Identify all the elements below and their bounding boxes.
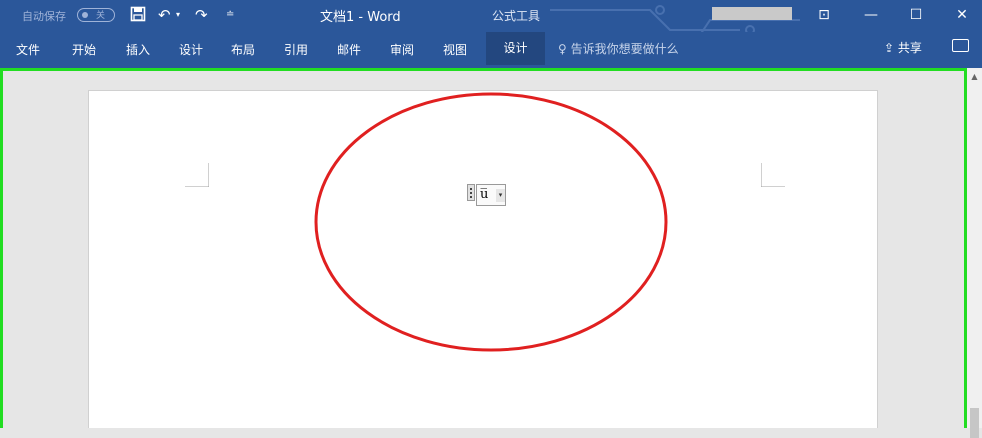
equation-move-handle[interactable] (467, 184, 475, 201)
document-page[interactable] (88, 90, 878, 428)
share-label: 共享 (897, 41, 922, 55)
customize-quick-access-icon[interactable]: ≐ (226, 6, 234, 24)
equation-options-dropdown[interactable]: ▾ (496, 189, 505, 202)
user-account-redacted[interactable] (712, 7, 792, 20)
ribbon-tabs: 文件 开始 插入 设计 布局 引用 邮件 审阅 视图 设计 ♀ 告诉我你想要做什… (0, 32, 982, 68)
close-button[interactable]: ✕ (942, 3, 982, 27)
tab-equation-design[interactable]: 设计 (486, 32, 545, 65)
tab-home[interactable]: 开始 (72, 41, 96, 58)
document-workspace (0, 68, 967, 428)
lightbulb-icon: ♀ (558, 42, 567, 56)
tell-me-placeholder: 告诉我你想要做什么 (570, 42, 679, 56)
tab-references[interactable]: 引用 (284, 41, 308, 58)
margin-corner-mark-left (185, 163, 209, 187)
redo-icon[interactable]: ↷ (195, 6, 208, 24)
ribbon-display-options-button[interactable]: ⊡ (804, 3, 844, 27)
tab-file[interactable]: 文件 (16, 41, 40, 58)
minimize-button[interactable]: — (851, 3, 891, 27)
share-icon: ⇪ (884, 41, 895, 55)
circuit-decoration (550, 5, 800, 32)
handle-dot (470, 188, 472, 190)
maximize-button[interactable]: ☐ (896, 3, 936, 27)
autosave-toggle[interactable]: 关 (77, 8, 115, 22)
comments-icon[interactable] (952, 39, 969, 52)
autosave-label: 自动保存 (22, 10, 66, 23)
save-icon[interactable] (130, 6, 146, 26)
handle-dot (470, 192, 472, 194)
equation-object[interactable]: u̅ ▾ (476, 184, 506, 206)
title-bar: 自动保存 关 ↶ ▾ ↷ ≐ 文档1 - Word 公式工具 ⊡ — ☐ ✕ (0, 0, 982, 32)
vertical-scrollbar[interactable]: ▲ (967, 68, 982, 438)
tab-view[interactable]: 视图 (443, 41, 467, 58)
scroll-thumb[interactable] (970, 408, 979, 438)
equation-text[interactable]: u̅ (480, 187, 488, 202)
tab-mailings[interactable]: 邮件 (337, 41, 361, 58)
undo-dropdown-icon[interactable]: ▾ (176, 6, 180, 24)
autosave-state: 关 (96, 11, 106, 21)
handle-dot (470, 196, 472, 198)
tab-insert[interactable]: 插入 (126, 41, 150, 58)
toggle-knob (82, 12, 88, 18)
tab-review[interactable]: 审阅 (390, 41, 414, 58)
margin-corner-mark-right (761, 163, 785, 187)
undo-icon[interactable]: ↶ (158, 6, 171, 24)
document-title: 文档1 - Word (320, 10, 401, 25)
context-tab-group-label: 公式工具 (492, 9, 541, 23)
share-button[interactable]: ⇪ 共享 (884, 39, 922, 56)
tab-layout[interactable]: 布局 (231, 41, 255, 58)
scroll-up-arrow-icon[interactable]: ▲ (967, 72, 982, 81)
tell-me-search[interactable]: ♀ 告诉我你想要做什么 (558, 40, 679, 57)
tab-design[interactable]: 设计 (179, 41, 203, 58)
